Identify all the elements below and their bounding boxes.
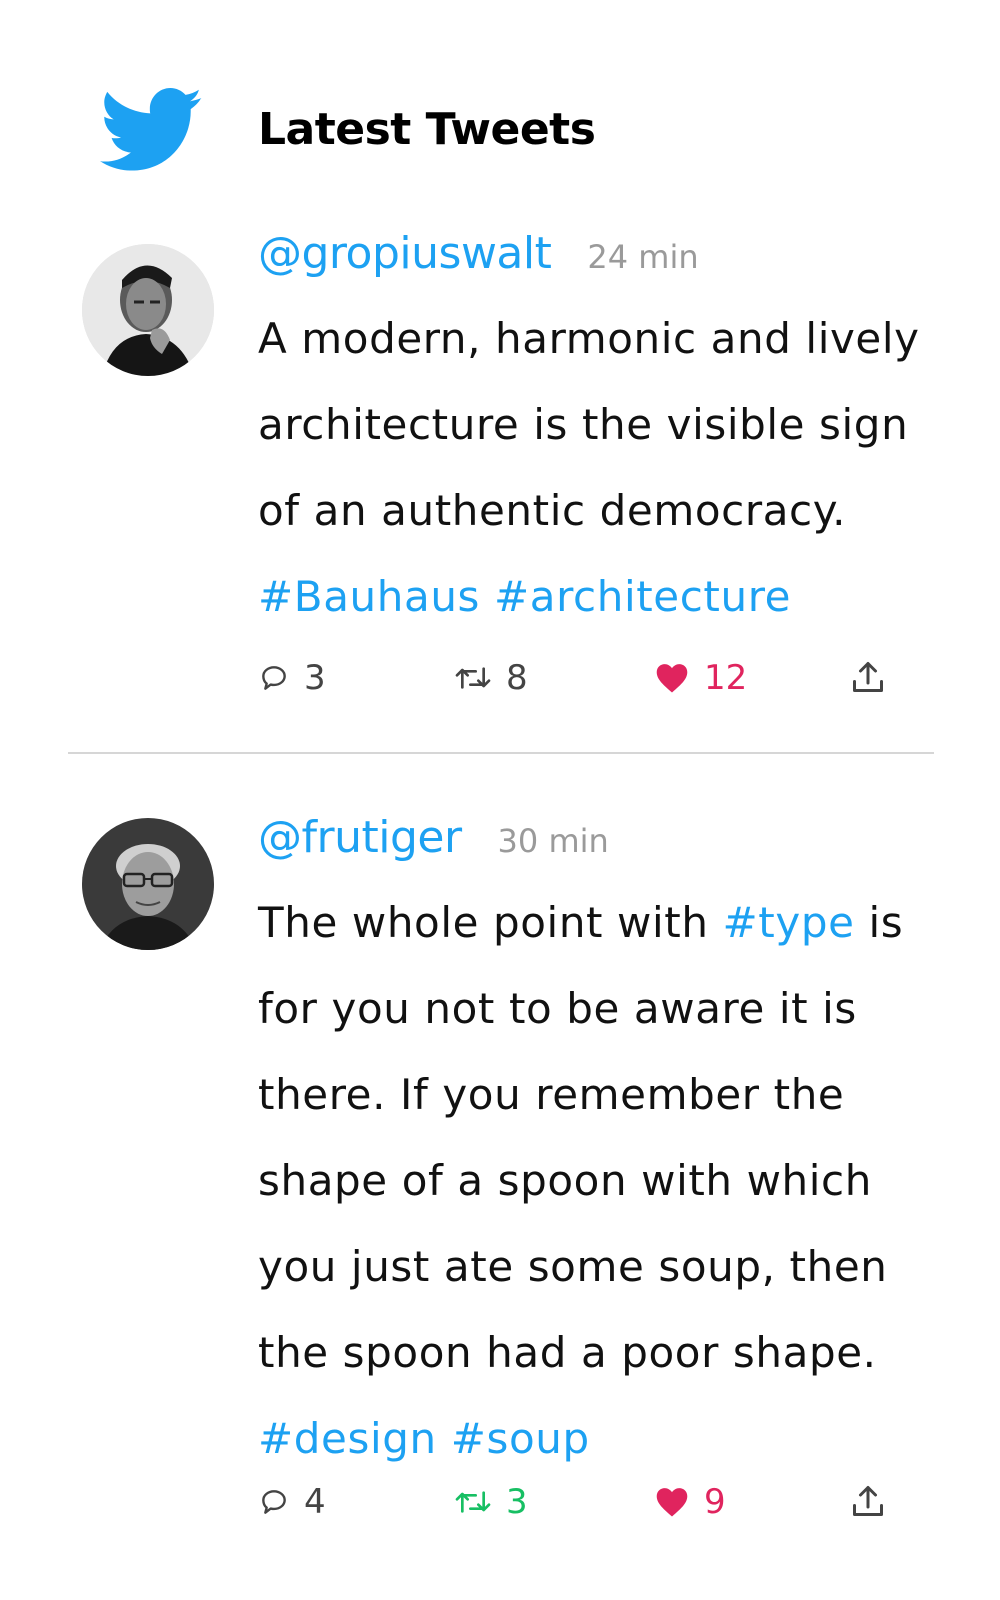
retweet-count: 3	[506, 1482, 528, 1522]
retweet-icon	[455, 1491, 491, 1513]
avatar-photo	[82, 244, 214, 376]
like-button[interactable]: 12	[654, 658, 747, 698]
reply-button[interactable]: 3	[258, 658, 326, 698]
tweet-time: 30 min	[497, 822, 609, 860]
tweet-text: A modern, harmonic and lively architectu…	[258, 296, 938, 640]
heart-icon	[656, 1488, 688, 1517]
twitter-bird-icon	[100, 88, 202, 171]
avatar[interactable]	[82, 244, 214, 376]
share-icon	[853, 662, 883, 692]
heart-icon	[656, 664, 688, 693]
hashtag-link[interactable]: #architecture	[494, 572, 791, 621]
tweet-line: architecture is the visible sign	[258, 400, 909, 449]
like-button[interactable]: 9	[654, 1482, 726, 1522]
hashtag-line: #Bauhaus #architecture	[258, 554, 938, 640]
hashtag-link[interactable]: #design	[258, 1414, 437, 1463]
avatar[interactable]	[82, 818, 214, 950]
reply-count: 4	[304, 1482, 326, 1522]
tweet-line: of an authentic democracy.	[258, 486, 847, 535]
hashtag-link[interactable]: #type	[723, 898, 855, 947]
retweet-button[interactable]: 3	[454, 1482, 528, 1522]
tweet-line: A modern, harmonic and lively	[258, 314, 920, 363]
tweet-line: shape of a spoon with which	[258, 1156, 872, 1205]
avatar-photo	[82, 818, 214, 950]
page-title: Latest Tweets	[258, 104, 596, 155]
share-button[interactable]	[850, 658, 886, 696]
share-button[interactable]	[850, 1482, 886, 1520]
like-count: 12	[704, 658, 748, 698]
reply-icon	[262, 666, 286, 690]
tweet-line: for you not to be aware it is	[258, 984, 857, 1033]
retweet-count: 8	[506, 658, 528, 698]
hashtag-link[interactable]: #Bauhaus	[258, 572, 480, 621]
reply-icon	[262, 1490, 286, 1514]
reply-button[interactable]: 4	[258, 1482, 326, 1522]
reply-count: 3	[304, 658, 326, 698]
like-count: 9	[704, 1482, 726, 1522]
tweet-line: there. If you remember the	[258, 1070, 845, 1119]
share-icon	[853, 1486, 883, 1516]
hashtag-link[interactable]: #soup	[451, 1414, 590, 1463]
tweet-actions: 4 3 9	[258, 1482, 924, 1522]
tweet-text: The whole point with #type is for you no…	[258, 880, 938, 1482]
hashtag-line: #design #soup	[258, 1396, 938, 1482]
user-handle[interactable]: @gropiuswalt	[258, 228, 552, 279]
tweet-divider	[68, 752, 934, 754]
retweet-button[interactable]: 8	[454, 658, 528, 698]
tweet-line: you just ate some soup, then	[258, 1242, 888, 1291]
header	[100, 88, 204, 174]
tweet-text-segment: The whole point with	[258, 898, 709, 947]
tweet-actions: 3 8 12	[258, 658, 924, 698]
tweet-time: 24 min	[587, 238, 699, 276]
tweet-line: The whole point with #type is	[258, 880, 938, 966]
tweet-meta: @gropiuswalt 24 min	[258, 228, 699, 279]
tweet-meta: @frutiger 30 min	[258, 812, 609, 863]
user-handle[interactable]: @frutiger	[258, 812, 462, 863]
retweet-icon	[455, 667, 491, 689]
tweet-line: the spoon had a poor shape.	[258, 1328, 877, 1377]
tweet-text-segment: is	[868, 898, 904, 947]
